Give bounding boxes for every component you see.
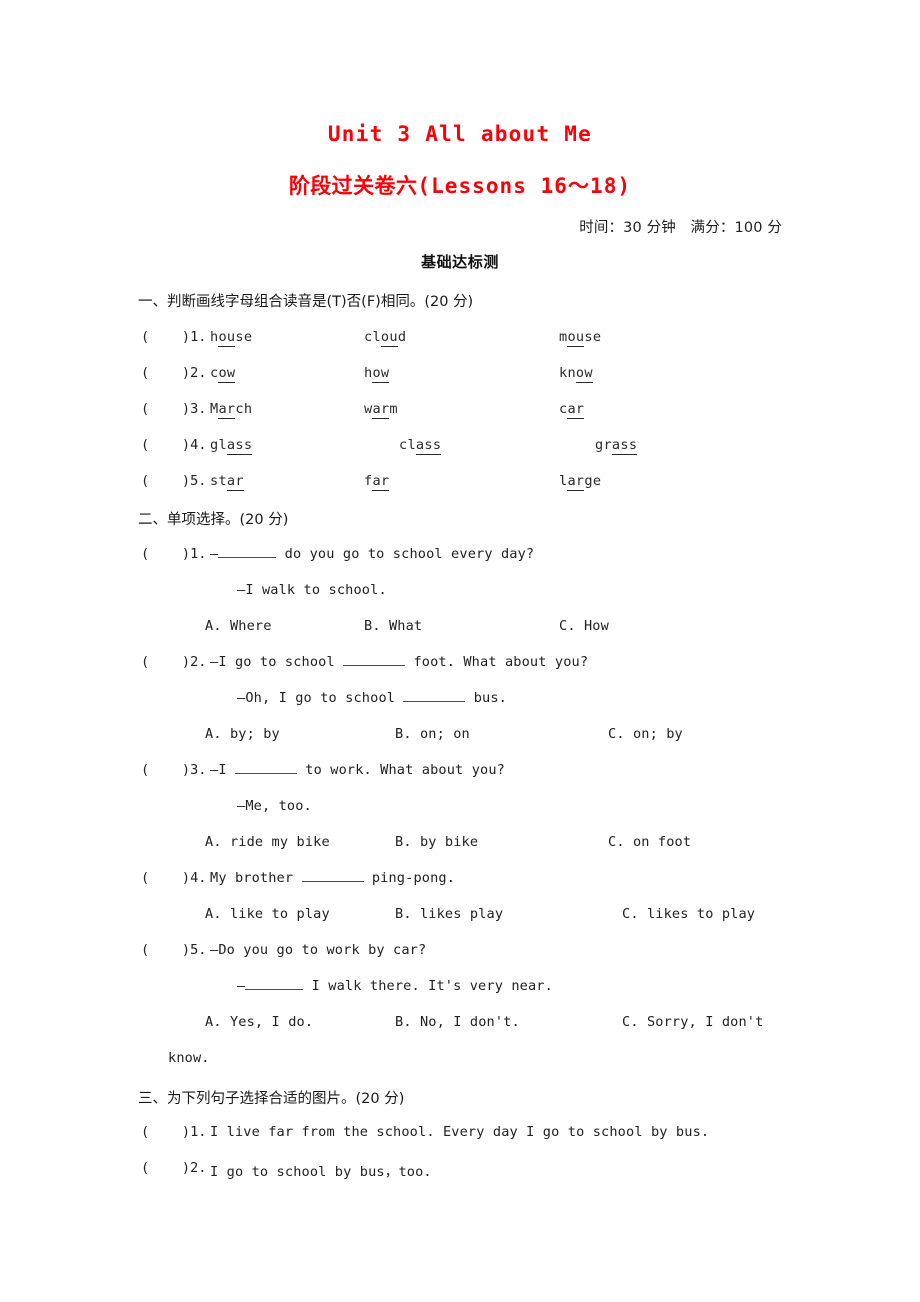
option-s2-5-c-overflow: know. xyxy=(168,1050,210,1066)
page-title-lessons: (Lessons 16～18) xyxy=(417,174,632,198)
fill-blank-s2-1[interactable] xyxy=(218,546,277,559)
fill-blank-s2-4[interactable] xyxy=(301,870,364,883)
option-s2-1-a[interactable]: A. Where xyxy=(205,618,272,634)
option-s2-1-c[interactable]: C. How xyxy=(559,618,609,634)
option-s2-3-c[interactable]: C. on foot xyxy=(608,834,691,850)
question-s2-5-stem: —Do you go to work by car? xyxy=(210,942,427,958)
option-s2-4-a[interactable]: A. like to play xyxy=(205,906,330,922)
word-s1-1-c: mouse xyxy=(559,329,602,347)
sentence-s3-1: I live far from the school. Every day I … xyxy=(210,1124,710,1140)
word-s1-3-b: warm xyxy=(364,401,398,419)
answer-bracket-s2-3[interactable]: ( )3. xyxy=(141,762,206,778)
exam-meta: 时间：30 分钟 满分：100 分 xyxy=(579,220,782,236)
answer-bracket-s2-2[interactable]: ( )2. xyxy=(141,654,206,670)
word-s1-1-a: house xyxy=(210,329,253,347)
answer-bracket-s1-4[interactable]: ( )4. xyxy=(141,437,206,453)
word-s1-4-c: grass xyxy=(595,437,638,455)
option-s2-3-b[interactable]: B. by bike xyxy=(395,834,478,850)
page-title-chinese: 阶段过关卷六(Lessons 16～18) xyxy=(0,170,920,200)
option-s2-4-b[interactable]: B. likes play xyxy=(395,906,503,922)
question-s2-1-reply: —I walk to school. xyxy=(237,582,387,598)
section-2-heading: 二、单项选择。(20 分) xyxy=(138,512,289,528)
word-s1-3-a: March xyxy=(210,401,253,419)
word-s1-3-c: car xyxy=(559,401,585,419)
fill-blank-s2-3[interactable] xyxy=(234,762,297,775)
answer-bracket-s2-4[interactable]: ( )4. xyxy=(141,870,206,886)
option-s2-1-b[interactable]: B. What xyxy=(364,618,422,634)
word-s1-2-c: know xyxy=(559,365,593,383)
question-s2-3-reply: —Me, too. xyxy=(237,798,312,814)
fill-blank-s2-2-a[interactable] xyxy=(343,654,406,667)
option-s2-4-c[interactable]: C. likes to play xyxy=(622,906,755,922)
option-s2-2-b[interactable]: B. on; on xyxy=(395,726,470,742)
question-s2-1-stem: — do you go to school every day? xyxy=(210,546,535,563)
option-s2-5-c[interactable]: C. Sorry, I don't xyxy=(622,1014,763,1030)
worksheet-page: Unit 3 All about Me 阶段过关卷六(Lessons 16～18… xyxy=(0,0,920,1302)
page-title-english: Unit 3 All about Me xyxy=(327,122,593,146)
answer-bracket-s3-2[interactable]: ( )2. xyxy=(141,1160,206,1176)
option-s2-2-c[interactable]: C. on; by xyxy=(608,726,683,742)
question-s2-3-stem: —I to work. What about you? xyxy=(210,762,505,779)
word-s1-4-a: glass xyxy=(210,437,253,455)
answer-bracket-s1-5[interactable]: ( )5. xyxy=(141,473,206,489)
answer-bracket-s1-3[interactable]: ( )3. xyxy=(141,401,206,417)
option-s2-5-b[interactable]: B. No, I don't. xyxy=(395,1014,520,1030)
section-3-heading: 三、为下列句子选择合适的图片。(20 分) xyxy=(138,1091,405,1107)
answer-bracket-s2-1[interactable]: ( )1. xyxy=(141,546,206,562)
word-s1-2-a: cow xyxy=(210,365,236,383)
page-title-chinese-prefix: 阶段过关卷六 xyxy=(288,174,418,198)
question-s2-5-reply: — I walk there. It's very near. xyxy=(237,978,553,995)
option-s2-5-a[interactable]: A. Yes, I do. xyxy=(205,1014,313,1030)
answer-bracket-s2-5[interactable]: ( )5. xyxy=(141,942,206,958)
question-s2-2-stem: —I go to school foot. What about you? xyxy=(210,654,589,671)
fill-blank-s2-5[interactable] xyxy=(245,978,304,991)
option-s2-3-a[interactable]: A. ride my bike xyxy=(205,834,330,850)
answer-bracket-s1-1[interactable]: ( )1. xyxy=(141,329,206,345)
part-heading: 基础达标测 xyxy=(420,253,499,271)
word-s1-5-b: far xyxy=(364,473,390,491)
question-s2-2-reply: —Oh, I go to school bus. xyxy=(237,690,508,707)
word-s1-5-a: star xyxy=(210,473,244,491)
question-s2-4-stem: My brother ping-pong. xyxy=(210,870,456,887)
option-s2-2-a[interactable]: A. by; by xyxy=(205,726,280,742)
word-s1-5-c: large xyxy=(559,473,602,491)
fill-blank-s2-2-b[interactable] xyxy=(403,690,466,703)
word-s1-1-b: cloud xyxy=(364,329,407,347)
section-1-heading: 一、判断画线字母组合读音是(T)否(F)相同。(20 分) xyxy=(138,294,474,310)
word-s1-2-b: how xyxy=(364,365,390,383)
answer-bracket-s3-1[interactable]: ( )1. xyxy=(141,1124,206,1140)
sentence-s3-2: I go to school by bus，too. xyxy=(210,1164,432,1180)
answer-bracket-s1-2[interactable]: ( )2. xyxy=(141,365,206,381)
word-s1-4-b: class xyxy=(399,437,442,455)
